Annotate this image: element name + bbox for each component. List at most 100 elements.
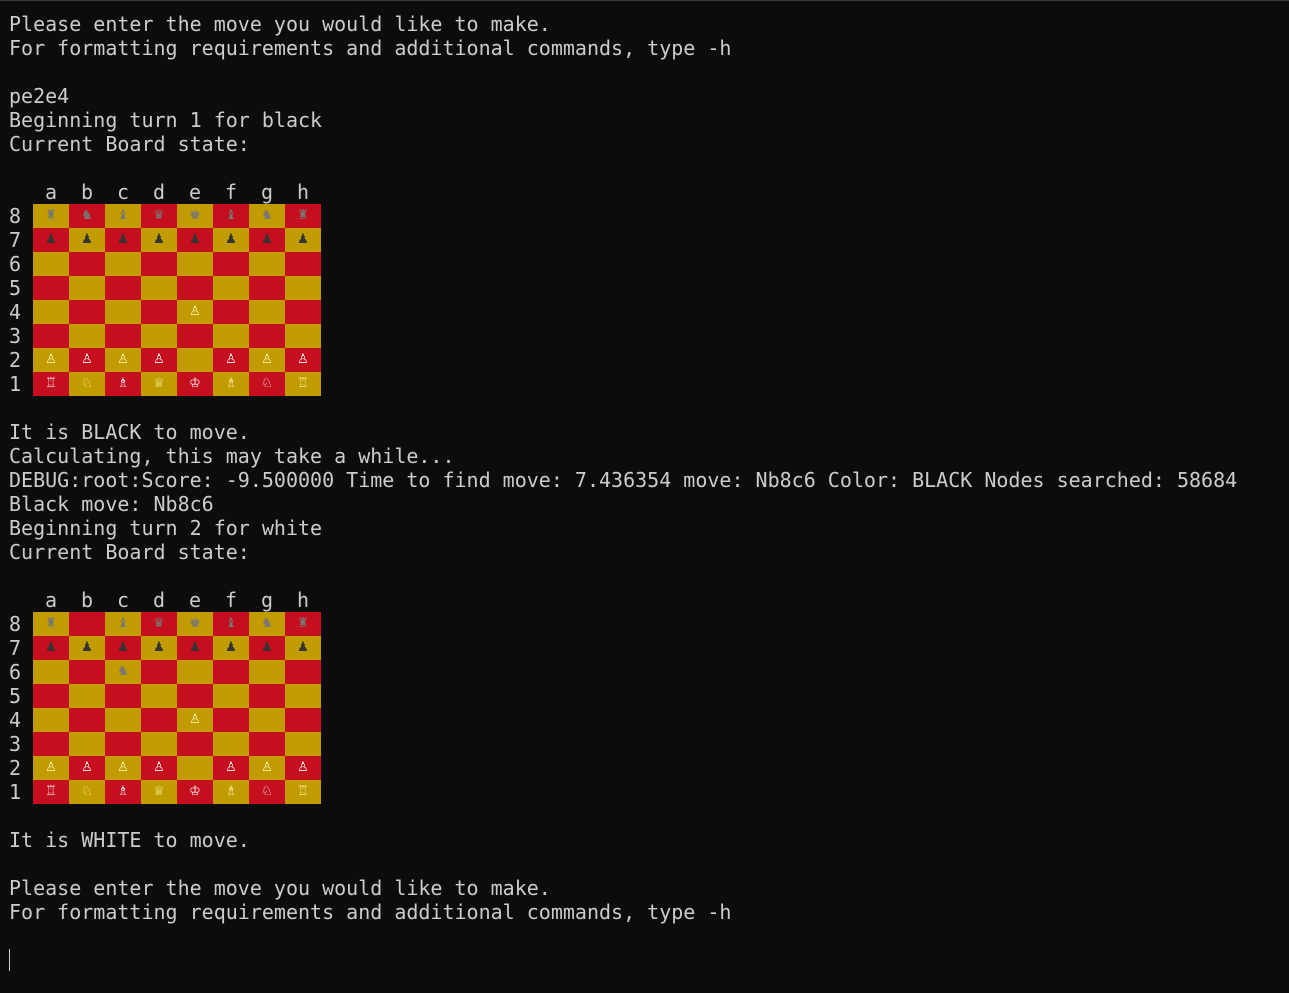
board-square-c6 — [105, 252, 141, 276]
file-labels: abcdefgh — [33, 588, 321, 612]
board-square-b2: ♙ — [69, 348, 105, 372]
white-pawn-icon: ♙ — [189, 304, 201, 319]
white-pawn-icon: ♙ — [189, 712, 201, 727]
board-square-h1: ♖ — [285, 780, 321, 804]
file-label: c — [116, 180, 130, 204]
black-king-icon: ♚ — [189, 616, 201, 631]
black-king-icon: ♚ — [189, 208, 201, 223]
board-square-e4: ♙ — [177, 708, 213, 732]
board-square-c8: ♝ — [105, 204, 141, 228]
board-square-a5 — [33, 684, 69, 708]
black-pawn-icon: ♟ — [81, 640, 93, 655]
white-king-icon: ♔ — [189, 784, 201, 799]
board-square-h2: ♙ — [285, 348, 321, 372]
black-knight-icon: ♞ — [261, 616, 273, 631]
board-square-e1: ♔ — [177, 372, 213, 396]
board-square-h5 — [285, 684, 321, 708]
terminal-window[interactable]: Please enter the move you would like to … — [0, 0, 1289, 993]
terminal-line: Please enter the move you would like to … — [9, 876, 551, 900]
board-square-f1: ♗ — [213, 780, 249, 804]
black-pawn-icon: ♟ — [117, 232, 129, 247]
board-square-c5 — [105, 684, 141, 708]
black-pawn-icon: ♟ — [189, 232, 201, 247]
white-rook-icon: ♖ — [45, 784, 57, 799]
white-pawn-icon: ♙ — [153, 760, 165, 775]
board-square-b3 — [69, 324, 105, 348]
board-square-g5 — [249, 276, 285, 300]
black-queen-icon: ♛ — [153, 616, 165, 631]
board-square-e2 — [177, 348, 213, 372]
black-rook-icon: ♜ — [45, 208, 57, 223]
board-square-b8 — [69, 612, 105, 636]
file-label: f — [224, 588, 238, 612]
board-square-c6: ♞ — [105, 660, 141, 684]
board-square-g6 — [249, 252, 285, 276]
black-queen-icon: ♛ — [153, 208, 165, 223]
file-label: b — [80, 180, 94, 204]
board-square-d2: ♙ — [141, 348, 177, 372]
file-label: c — [116, 588, 130, 612]
board-square-g7: ♟ — [249, 228, 285, 252]
board-square-c4 — [105, 708, 141, 732]
terminal-line: DEBUG:root:Score: -9.500000 Time to find… — [9, 468, 1238, 492]
board-square-e6 — [177, 252, 213, 276]
black-pawn-icon: ♟ — [153, 640, 165, 655]
board-square-a4 — [33, 708, 69, 732]
board-square-f7: ♟ — [213, 636, 249, 660]
terminal-line: Beginning turn 2 for white — [9, 516, 323, 540]
board-square-g4 — [249, 300, 285, 324]
file-label: h — [296, 180, 310, 204]
black-pawn-icon: ♟ — [45, 640, 57, 655]
board-square-h7: ♟ — [285, 636, 321, 660]
rank-label: 1 — [9, 372, 22, 396]
black-pawn-icon: ♟ — [297, 232, 309, 247]
board-square-d2: ♙ — [141, 756, 177, 780]
rank-label: 7 — [9, 636, 22, 660]
board-square-f6 — [213, 660, 249, 684]
white-knight-icon: ♘ — [81, 376, 93, 391]
board-square-b1: ♘ — [69, 372, 105, 396]
board-square-b1: ♘ — [69, 780, 105, 804]
board-square-e8: ♚ — [177, 204, 213, 228]
board-square-a3 — [33, 732, 69, 756]
white-pawn-icon: ♙ — [225, 352, 237, 367]
board-square-b5 — [69, 684, 105, 708]
white-knight-icon: ♘ — [261, 376, 273, 391]
text-cursor[interactable] — [9, 949, 10, 971]
white-pawn-icon: ♙ — [117, 760, 129, 775]
board-square-a4 — [33, 300, 69, 324]
terminal-line: Current Board state: — [9, 540, 250, 564]
board-square-f8: ♝ — [213, 612, 249, 636]
board-square-a7: ♟ — [33, 228, 69, 252]
board-square-e6 — [177, 660, 213, 684]
white-king-icon: ♔ — [189, 376, 201, 391]
white-queen-icon: ♕ — [153, 784, 165, 799]
board-square-b3 — [69, 732, 105, 756]
rank-label: 3 — [9, 732, 22, 756]
white-queen-icon: ♕ — [153, 376, 165, 391]
board-square-g8: ♞ — [249, 204, 285, 228]
rank-label: 2 — [9, 756, 22, 780]
file-label: e — [188, 588, 202, 612]
chess-board: a b c d e f g h 8 7 6 5 4 3 2 1 ♜ ♞ ♝ ♛ ♚ ♝ ♞ ♜ ♟ ♟ ♟ ♟ ♟ ♟ ♟ ♟ ♙ ♙ ♙ ♙ ♙ ♙ ♙ ♙… — [0, 180, 330, 396]
board-square-e4: ♙ — [177, 300, 213, 324]
black-bishop-icon: ♝ — [225, 616, 237, 631]
board-square-d1: ♕ — [141, 372, 177, 396]
board-square-b7: ♟ — [69, 228, 105, 252]
board-square-g3 — [249, 732, 285, 756]
rank-label: 2 — [9, 348, 22, 372]
board-square-d5 — [141, 276, 177, 300]
board-square-f5 — [213, 684, 249, 708]
rank-label: 8 — [9, 612, 22, 636]
rank-label: 4 — [9, 708, 22, 732]
black-bishop-icon: ♝ — [117, 616, 129, 631]
board-square-g4 — [249, 708, 285, 732]
board-square-h5 — [285, 276, 321, 300]
board-square-b2: ♙ — [69, 756, 105, 780]
board-square-b7: ♟ — [69, 636, 105, 660]
board-square-c3 — [105, 732, 141, 756]
board-square-c4 — [105, 300, 141, 324]
board-square-d4 — [141, 300, 177, 324]
rank-label: 8 — [9, 204, 22, 228]
board-square-f4 — [213, 300, 249, 324]
